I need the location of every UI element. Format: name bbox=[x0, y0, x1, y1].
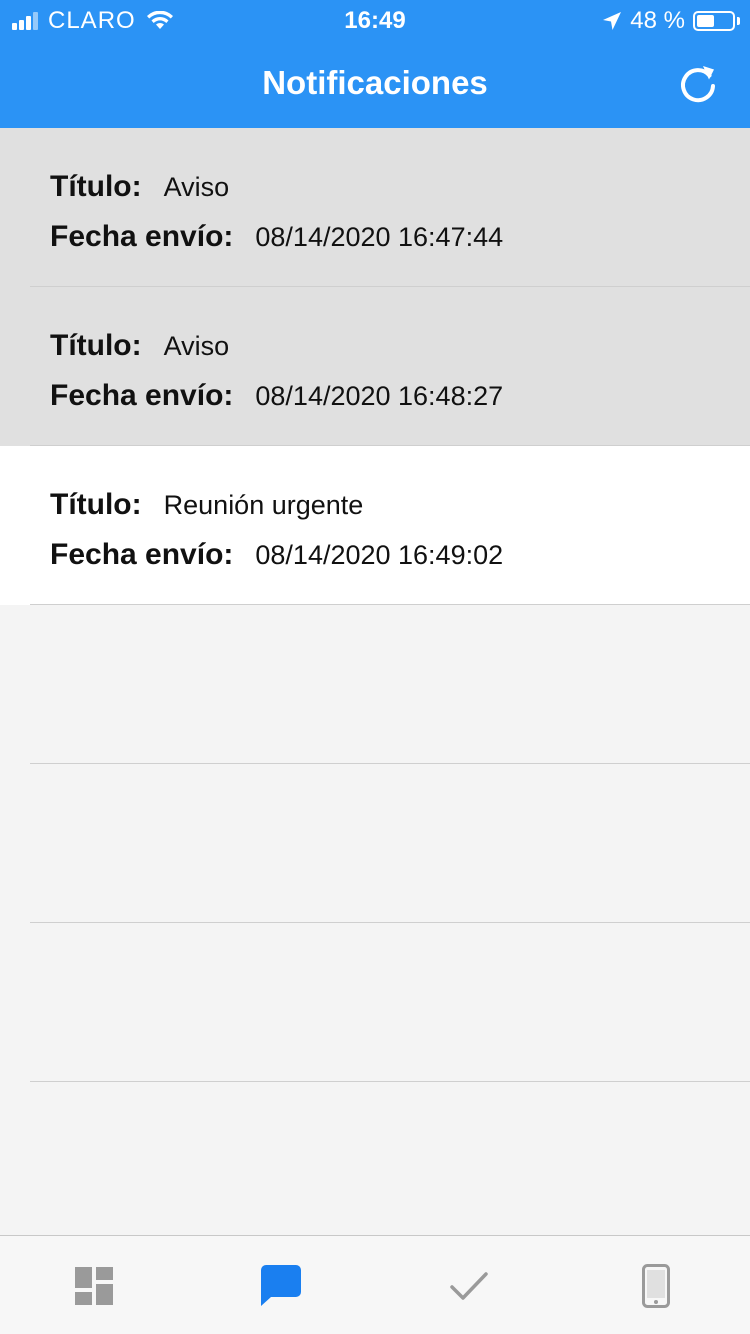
tab-tasks[interactable] bbox=[375, 1236, 563, 1334]
status-right: 48 % bbox=[602, 7, 740, 35]
tab-messages[interactable] bbox=[188, 1236, 376, 1334]
battery-percentage: 48 % bbox=[630, 7, 685, 34]
title-line: Título: Aviso bbox=[50, 329, 229, 363]
chat-icon bbox=[261, 1264, 302, 1306]
notifications-screen: CLARO 16:49 48 % Notificaciones Título: … bbox=[0, 0, 750, 1334]
dashboard-icon bbox=[74, 1266, 113, 1305]
refresh-button[interactable] bbox=[674, 60, 722, 108]
empty-row bbox=[0, 923, 750, 1082]
date-value: 08/14/2020 16:47:44 bbox=[255, 222, 504, 252]
empty-row bbox=[0, 605, 750, 764]
battery-fill bbox=[697, 15, 715, 27]
location-arrow-icon bbox=[603, 12, 622, 30]
notification-item[interactable]: Título: Aviso Fecha envío: 08/14/2020 16… bbox=[0, 128, 750, 287]
notification-item[interactable]: Título: Aviso Fecha envío: 08/14/2020 16… bbox=[0, 287, 750, 446]
title-label: Título: bbox=[50, 170, 142, 203]
date-label: Fecha envío: bbox=[50, 220, 234, 253]
date-value: 08/14/2020 16:48:27 bbox=[255, 381, 504, 411]
title-label: Título: bbox=[50, 488, 142, 521]
date-label: Fecha envío: bbox=[50, 379, 234, 412]
checkmark-icon bbox=[450, 1271, 488, 1300]
battery-icon bbox=[693, 11, 735, 31]
notification-list: Título: Aviso Fecha envío: 08/14/2020 16… bbox=[0, 128, 750, 1082]
page-title: Notificaciones bbox=[262, 64, 488, 101]
date-line: Fecha envío: 08/14/2020 16:47:44 bbox=[50, 220, 503, 254]
date-label: Fecha envío: bbox=[50, 538, 234, 571]
title-value: Aviso bbox=[163, 172, 230, 202]
date-value: 08/14/2020 16:49:02 bbox=[255, 540, 504, 570]
title-value: Aviso bbox=[163, 331, 230, 361]
battery-tip bbox=[737, 17, 740, 25]
tab-device[interactable] bbox=[563, 1236, 750, 1334]
separator-inset bbox=[0, 1081, 30, 1082]
tab-dashboard[interactable] bbox=[0, 1236, 188, 1334]
refresh-icon bbox=[681, 66, 715, 103]
notification-item[interactable]: Título: Reunión urgente Fecha envío: 08/… bbox=[0, 446, 750, 605]
date-line: Fecha envío: 08/14/2020 16:48:27 bbox=[50, 379, 503, 413]
tab-bar bbox=[0, 1235, 750, 1334]
title-line: Título: Reunión urgente bbox=[50, 488, 363, 522]
date-line: Fecha envío: 08/14/2020 16:49:02 bbox=[50, 538, 503, 572]
title-value: Reunión urgente bbox=[163, 490, 364, 520]
status-bar: CLARO 16:49 48 % bbox=[0, 0, 750, 40]
title-line: Título: Aviso bbox=[50, 170, 229, 204]
empty-row bbox=[0, 764, 750, 923]
app-header: Notificaciones bbox=[0, 40, 750, 128]
phone-icon bbox=[642, 1263, 671, 1308]
title-label: Título: bbox=[50, 329, 142, 362]
